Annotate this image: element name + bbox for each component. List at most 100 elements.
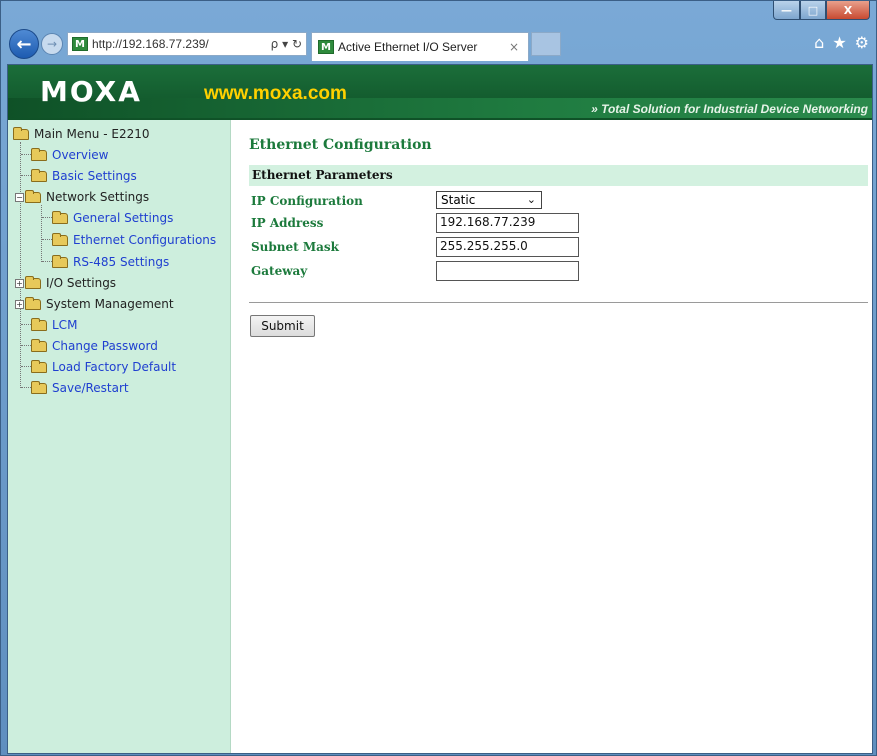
folder-icon — [52, 210, 68, 224]
sidebar-item-load-factory-default[interactable]: Load Factory Default — [31, 359, 176, 375]
tree-line — [42, 217, 52, 218]
submit-button[interactable]: Submit — [250, 315, 315, 337]
open-folder-icon — [13, 126, 29, 140]
subnet-mask-row: Subnet Mask 255.255.255.0 — [249, 237, 868, 257]
subnet-mask-label: Subnet Mask — [251, 240, 339, 254]
back-arrow-icon: ← — [16, 33, 32, 55]
ip-configuration-label: IP Configuration — [251, 194, 363, 208]
sidebar-item-label[interactable]: RS-485 Settings — [73, 255, 169, 269]
folder-icon — [31, 168, 47, 182]
ip-configuration-select[interactable]: Static ⌄ — [436, 191, 542, 209]
moxa-favicon-icon: M — [72, 37, 88, 51]
folder-icon — [31, 317, 47, 331]
browser-window: — □ X ← → M http://192.168.77.239/ ρ ▾ ↻… — [0, 0, 877, 756]
folder-icon — [52, 232, 68, 246]
section-header: Ethernet Parameters — [249, 165, 868, 186]
folder-icon — [31, 147, 47, 161]
tree-line — [21, 366, 31, 367]
sidebar-item-network-settings[interactable]: − Network Settings — [15, 189, 149, 205]
chevron-down-icon: ⌄ — [526, 193, 536, 206]
subnet-mask-input[interactable]: 255.255.255.0 — [436, 237, 579, 257]
folder-icon — [25, 296, 41, 310]
expand-icon[interactable]: + — [15, 278, 24, 288]
sidebar-item-overview[interactable]: Overview — [31, 147, 109, 163]
minimize-button[interactable]: — — [773, 1, 800, 20]
navigation-bar: ← → M http://192.168.77.239/ ρ ▾ ↻ M Act… — [7, 27, 873, 61]
sidebar-item-rs485-settings[interactable]: RS-485 Settings — [52, 254, 169, 270]
tree-line — [21, 175, 31, 176]
sidebar-item-change-password[interactable]: Change Password — [31, 338, 158, 354]
sidebar-item-label[interactable]: System Management — [46, 297, 174, 311]
settings-gear-icon[interactable]: ⚙ — [855, 33, 869, 52]
expand-icon[interactable]: + — [15, 299, 24, 309]
open-folder-icon — [25, 189, 41, 203]
tree-line — [20, 142, 21, 388]
collapse-icon[interactable]: − — [15, 192, 24, 202]
tree-line — [21, 345, 31, 346]
browser-tab[interactable]: M Active Ethernet I/O Server × — [311, 32, 529, 61]
moxa-banner: MOXA www.moxa.com » Total Solution for I… — [8, 65, 872, 120]
sidebar-item-label[interactable]: Change Password — [52, 339, 158, 353]
folder-icon — [52, 254, 68, 268]
sidebar-item-label[interactable]: Load Factory Default — [52, 360, 176, 374]
page-title: Ethernet Configuration — [249, 137, 432, 153]
folder-icon — [31, 359, 47, 373]
ip-address-input[interactable]: 192.168.77.239 — [436, 213, 579, 233]
sidebar-item-label[interactable]: General Settings — [73, 211, 173, 225]
tree-line — [42, 261, 52, 262]
ip-configuration-value: Static — [441, 193, 476, 207]
sidebar-item-ethernet-configurations[interactable]: Ethernet Configurations — [52, 232, 216, 248]
tree-line — [21, 387, 31, 388]
gateway-row: Gateway — [249, 261, 868, 281]
page-content: MOXA www.moxa.com » Total Solution for I… — [7, 64, 873, 754]
tree-line — [42, 239, 52, 240]
form-divider — [249, 302, 868, 303]
sidebar-item-label[interactable]: Save/Restart — [52, 381, 129, 395]
favorites-star-icon[interactable]: ★ — [832, 33, 846, 52]
ip-address-row: IP Address 192.168.77.239 — [249, 213, 868, 233]
tab-close-icon[interactable]: × — [506, 40, 522, 54]
sidebar-root-label: Main Menu - E2210 — [34, 127, 150, 141]
moxa-logo: MOXA — [40, 75, 142, 108]
banner-tagline: » Total Solution for Industrial Device N… — [591, 102, 868, 116]
close-button[interactable]: X — [826, 1, 870, 20]
sidebar-item-system-management[interactable]: + System Management — [15, 296, 174, 312]
sidebar-item-label[interactable]: Ethernet Configurations — [73, 233, 216, 247]
sidebar-item-label[interactable]: LCM — [52, 318, 77, 332]
window-controls: — □ X — [773, 1, 870, 21]
browser-toolbar-icons: ⌂ ★ ⚙ — [814, 33, 869, 52]
moxa-url-link[interactable]: www.moxa.com — [204, 83, 347, 105]
moxa-favicon-icon: M — [318, 40, 334, 54]
sidebar-item-label[interactable]: Overview — [52, 148, 109, 162]
sidebar-menu: Main Menu - E2210 Overview Basic Setting… — [8, 120, 231, 753]
sidebar-item-general-settings[interactable]: General Settings — [52, 210, 173, 226]
address-bar[interactable]: M http://192.168.77.239/ ρ ▾ ↻ — [67, 32, 307, 56]
gateway-label: Gateway — [251, 264, 308, 278]
sidebar-item-save-restart[interactable]: Save/Restart — [31, 380, 129, 396]
sidebar-item-label[interactable]: Network Settings — [46, 190, 149, 204]
tree-line — [21, 154, 31, 155]
home-icon[interactable]: ⌂ — [814, 33, 824, 52]
sidebar-item-label[interactable]: Basic Settings — [52, 169, 137, 183]
sidebar-item-basic-settings[interactable]: Basic Settings — [31, 168, 137, 184]
forward-arrow-icon: → — [46, 37, 58, 51]
forward-button[interactable]: → — [41, 33, 63, 55]
search-refresh-icons[interactable]: ρ ▾ ↻ — [267, 37, 306, 51]
ip-configuration-row: IP Configuration Static ⌄ — [249, 191, 868, 211]
ip-address-label: IP Address — [251, 216, 324, 230]
new-tab-button[interactable] — [531, 32, 561, 56]
sidebar-item-lcm[interactable]: LCM — [31, 317, 77, 333]
tree-line — [21, 324, 31, 325]
sidebar-item-label[interactable]: I/O Settings — [46, 276, 116, 290]
gateway-input[interactable] — [436, 261, 579, 281]
folder-icon — [31, 338, 47, 352]
tree-line — [41, 205, 42, 262]
folder-icon — [25, 275, 41, 289]
maximize-button[interactable]: □ — [800, 1, 826, 20]
sidebar-root: Main Menu - E2210 — [13, 126, 150, 142]
sidebar-item-io-settings[interactable]: + I/O Settings — [15, 275, 116, 291]
tab-title: Active Ethernet I/O Server — [338, 40, 478, 54]
back-button[interactable]: ← — [9, 29, 39, 59]
url-text[interactable]: http://192.168.77.239/ — [92, 37, 267, 51]
folder-icon — [31, 380, 47, 394]
